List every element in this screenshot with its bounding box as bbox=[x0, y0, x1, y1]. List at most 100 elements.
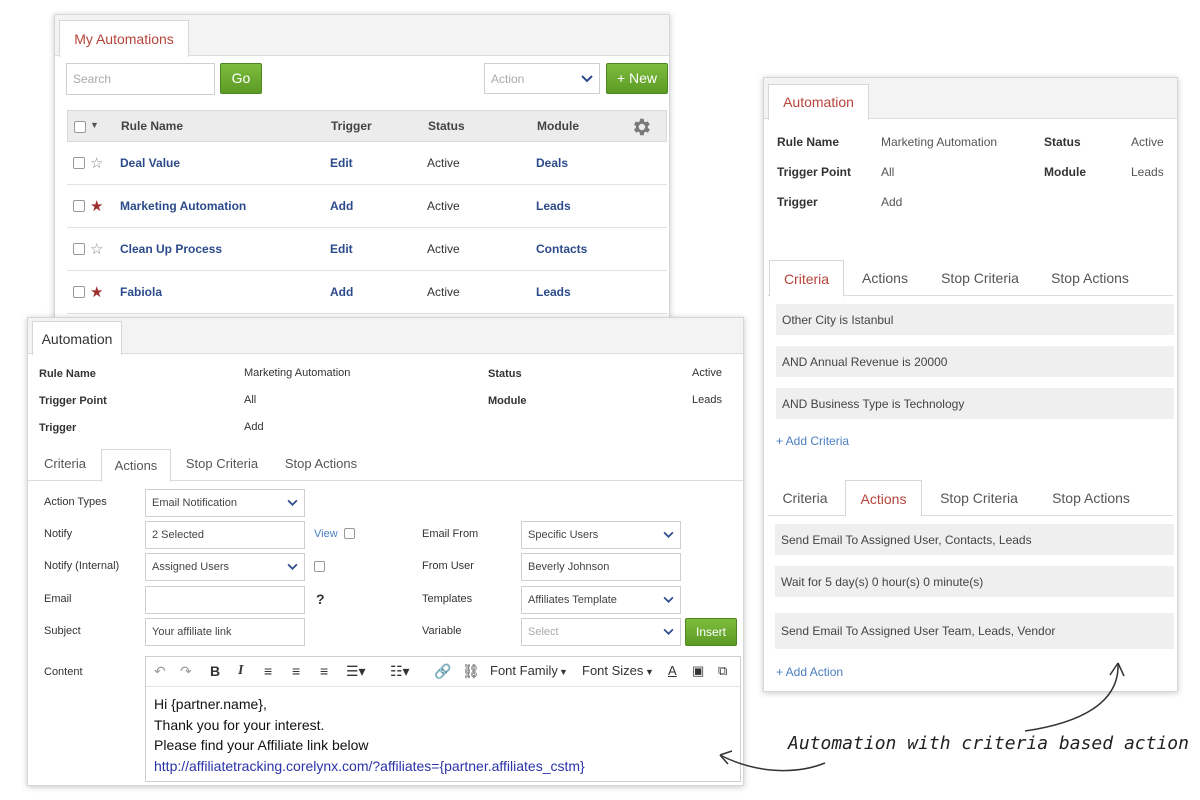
align-left-icon[interactable]: ≡ bbox=[264, 663, 272, 679]
rule-name-value: Marketing Automation bbox=[244, 367, 351, 379]
notify-internal-value: Assigned Users bbox=[152, 561, 230, 573]
col-trigger[interactable]: Trigger bbox=[331, 119, 372, 133]
templates-value: Affiliates Template bbox=[528, 594, 617, 606]
notify-value: 2 Selected bbox=[152, 529, 204, 541]
star-filled-icon[interactable]: ★ bbox=[90, 283, 103, 301]
editor-toolbar: ↶ ↷ B I ≡ ≡ ≡ ☰▾ ☷▾ 🔗 ⛓ Font Family ▼ Fo… bbox=[146, 657, 740, 687]
tab-my-automations[interactable]: My Automations bbox=[59, 20, 189, 57]
bold-icon[interactable]: B bbox=[210, 663, 220, 679]
gear-icon[interactable] bbox=[630, 116, 652, 138]
text-color-icon[interactable]: A bbox=[668, 663, 677, 678]
notify-input[interactable]: 2 Selected bbox=[145, 521, 305, 549]
action-types-select[interactable]: Email Notification bbox=[145, 489, 305, 517]
content-line: Thank you for your interest. bbox=[154, 717, 325, 733]
tab-stop-criteria[interactable]: Stop Criteria bbox=[180, 456, 264, 471]
numbered-list-icon[interactable]: ☷▾ bbox=[390, 663, 410, 680]
new-button[interactable]: + New bbox=[606, 63, 668, 94]
link-icon[interactable]: 🔗 bbox=[434, 663, 451, 680]
criteria-item[interactable]: Other City is Istanbul bbox=[776, 304, 1174, 335]
email-label: Email bbox=[44, 593, 72, 605]
search-input[interactable]: Search bbox=[66, 63, 215, 95]
status: Active bbox=[427, 285, 460, 299]
tab-actions[interactable]: Actions bbox=[845, 480, 922, 517]
add-criteria-link[interactable]: + Add Criteria bbox=[776, 434, 849, 448]
redo-icon[interactable]: ↷ bbox=[180, 663, 192, 680]
search-placeholder: Search bbox=[73, 72, 112, 86]
tab-criteria[interactable]: Criteria bbox=[772, 490, 838, 506]
trigger-point-value: All bbox=[244, 394, 257, 406]
tab-automation[interactable]: Automation bbox=[32, 321, 122, 355]
star-outline-icon[interactable]: ☆ bbox=[90, 154, 103, 172]
align-center-icon[interactable]: ≡ bbox=[292, 663, 300, 679]
insert-button[interactable]: Insert bbox=[685, 618, 737, 646]
notify-internal-select[interactable]: Assigned Users bbox=[145, 553, 305, 581]
col-module[interactable]: Module bbox=[537, 119, 579, 133]
unlink-icon[interactable]: ⛓ bbox=[462, 663, 480, 680]
tab-stop-actions[interactable]: Stop Actions bbox=[1044, 270, 1136, 286]
align-right-icon[interactable]: ≡ bbox=[320, 663, 328, 679]
row-checkbox[interactable] bbox=[73, 286, 85, 298]
variable-select[interactable]: Select bbox=[521, 618, 681, 646]
caret-down-icon[interactable]: ▼ bbox=[90, 120, 99, 130]
tab-stop-criteria[interactable]: Stop Criteria bbox=[931, 490, 1027, 506]
view-link[interactable]: View bbox=[314, 528, 338, 540]
row-checkbox[interactable] bbox=[73, 157, 85, 169]
go-button[interactable]: Go bbox=[220, 63, 262, 94]
content-editor[interactable]: ↶ ↷ B I ≡ ≡ ≡ ☰▾ ☷▾ 🔗 ⛓ Font Family ▼ Fo… bbox=[145, 656, 741, 782]
col-rule-name[interactable]: Rule Name bbox=[121, 119, 183, 133]
action-item[interactable]: Send Email To Assigned User, Contacts, L… bbox=[775, 524, 1174, 555]
affiliate-link[interactable]: http://affiliatetracking.corelynx.com/?a… bbox=[154, 758, 585, 774]
font-sizes-caret-icon[interactable]: ▼ bbox=[645, 667, 654, 677]
templates-select[interactable]: Affiliates Template bbox=[521, 586, 681, 614]
rule-name[interactable]: Clean Up Process bbox=[120, 242, 222, 256]
email-input[interactable] bbox=[145, 586, 305, 614]
module-value: Leads bbox=[692, 394, 722, 406]
font-sizes-dropdown[interactable]: Font Sizes bbox=[582, 663, 643, 678]
tab-stop-criteria[interactable]: Stop Criteria bbox=[932, 270, 1028, 286]
rule-name[interactable]: Fabiola bbox=[120, 285, 162, 299]
font-family-caret-icon[interactable]: ▼ bbox=[559, 667, 568, 677]
module: Leads bbox=[536, 285, 571, 299]
italic-icon[interactable]: I bbox=[238, 663, 243, 679]
action-item[interactable]: Send Email To Assigned User Team, Leads,… bbox=[775, 613, 1174, 649]
from-user-input[interactable]: Beverly Johnson bbox=[521, 553, 681, 581]
table-row[interactable]: ☆ Deal Value Edit Active Deals bbox=[67, 142, 667, 185]
chevron-down-icon bbox=[663, 596, 674, 603]
bullet-list-icon[interactable]: ☰▾ bbox=[346, 663, 366, 680]
caption-text: Automation with criteria based action bbox=[788, 733, 1189, 754]
select-all-checkbox[interactable] bbox=[74, 121, 86, 133]
subject-input[interactable]: Your affiliate link bbox=[145, 618, 305, 646]
tab-stop-actions[interactable]: Stop Actions bbox=[1043, 490, 1139, 506]
undo-icon[interactable]: ↶ bbox=[154, 663, 166, 680]
trigger-point-value: All bbox=[881, 165, 895, 179]
criteria-item[interactable]: AND Annual Revenue is 20000 bbox=[776, 346, 1174, 377]
tab-stop-actions[interactable]: Stop Actions bbox=[279, 456, 363, 471]
action-select[interactable]: Action bbox=[484, 63, 600, 94]
tab-actions[interactable]: Actions bbox=[101, 449, 171, 482]
trigger-label: Trigger bbox=[777, 195, 818, 209]
rule-name[interactable]: Deal Value bbox=[120, 156, 180, 170]
star-outline-icon[interactable]: ☆ bbox=[90, 240, 103, 258]
email-from-select[interactable]: Specific Users bbox=[521, 521, 681, 549]
criteria-item[interactable]: AND Business Type is Technology bbox=[776, 388, 1174, 419]
table-row[interactable]: ★ Marketing Automation Add Active Leads bbox=[67, 185, 667, 228]
row-checkbox[interactable] bbox=[73, 200, 85, 212]
automations-list-panel: My Automations Search Go Action + New ▼ … bbox=[54, 14, 670, 334]
tab-criteria[interactable]: Criteria bbox=[769, 260, 844, 297]
star-filled-icon[interactable]: ★ bbox=[90, 197, 103, 215]
internal-checkbox[interactable] bbox=[314, 561, 325, 572]
tab-actions[interactable]: Actions bbox=[852, 270, 918, 286]
col-status[interactable]: Status bbox=[428, 119, 465, 133]
action-types-label: Action Types bbox=[44, 496, 107, 508]
table-row[interactable]: ☆ Clean Up Process Edit Active Contacts bbox=[67, 228, 667, 271]
rule-name[interactable]: Marketing Automation bbox=[120, 199, 246, 213]
font-family-dropdown[interactable]: Font Family bbox=[490, 663, 558, 678]
tab-automation-summary[interactable]: Automation bbox=[768, 84, 869, 120]
table-row[interactable]: ★ Fabiola Add Active Leads bbox=[67, 271, 667, 314]
action-item[interactable]: Wait for 5 day(s) 0 hour(s) 0 minute(s) bbox=[775, 566, 1174, 597]
action-types-value: Email Notification bbox=[152, 497, 237, 509]
tab-criteria[interactable]: Criteria bbox=[34, 456, 96, 471]
view-checkbox[interactable] bbox=[344, 528, 355, 539]
row-checkbox[interactable] bbox=[73, 243, 85, 255]
help-icon[interactable]: ? bbox=[316, 591, 325, 607]
